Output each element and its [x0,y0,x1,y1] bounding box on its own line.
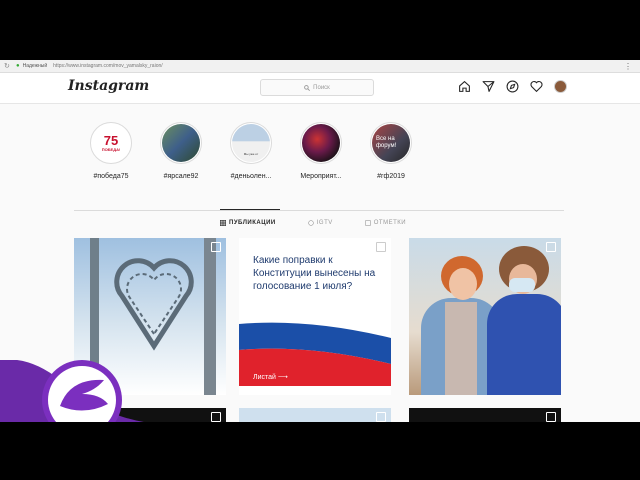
story-caption: Все на форум! [376,136,397,149]
post-pillar [204,238,216,395]
story-ring: 75 ПОБЕДА! [90,122,132,164]
story-highlight[interactable]: #ярсале92 [160,122,202,180]
story-highlight[interactable]: Мероприят... [300,122,342,180]
story-highlight[interactable]: 75 ПОБЕДА! #победа75 [90,122,132,180]
multi-photo-icon [546,242,556,252]
story-label: #победа75 [93,173,129,180]
address-bar: ↻ ● Надежный https://www.instagram.com/m… [0,60,640,73]
tab-label: IGTV [316,220,333,226]
browser-screen: ↻ ● Надежный https://www.instagram.com/m… [0,60,640,422]
post-cta: Листай ⟶ [253,374,288,381]
profile-tabs: ПУБЛИКАЦИИ IGTV ОТМЕТКИ [220,220,406,226]
post-title: Какие поправки к Конституции вынесены на… [253,255,376,292]
instagram-header: Instagram Поиск [0,73,640,104]
tab-tagged[interactable]: ОТМЕТКИ [365,220,406,226]
search-input[interactable]: Поиск [260,79,374,96]
home-icon[interactable] [458,80,471,93]
story-badge-number: 75 [103,132,119,148]
story-label: #деньолен... [230,173,272,180]
person-jacket [487,294,561,395]
post-thumbnail[interactable] [409,408,561,422]
grid-icon [220,220,226,226]
story-caption: Мы уже от [243,152,259,156]
multi-photo-icon [546,412,556,422]
story-ring: Все на форум! [370,122,412,164]
heart-sculpture [114,258,194,351]
reload-icon[interactable]: ↻ [4,62,14,70]
tab-label: ПУБЛИКАЦИИ [229,220,276,226]
channel-logo-watermark [0,360,170,422]
story-label: #гф2019 [377,173,405,180]
story-highlight[interactable]: Мы уже от #деньолен... [230,122,272,180]
instagram-logo[interactable]: Instagram [68,78,149,94]
story-label: #ярсале92 [163,173,199,180]
tab-label: ОТМЕТКИ [373,220,407,226]
post-thumbnail[interactable] [239,408,391,422]
multi-photo-icon [211,242,221,252]
explore-icon[interactable] [506,80,519,93]
active-tab-indicator [220,209,280,210]
search-icon [304,84,311,91]
tabs-divider [74,210,564,211]
multi-photo-icon [376,242,386,252]
stories-row: 75 ПОБЕДА! #победа75 #ярсале92 Мы уже от… [90,122,412,180]
story-badge-text: ПОБЕДА! [101,146,121,152]
heart-icon[interactable] [530,80,543,93]
direct-icon[interactable] [482,80,495,93]
header-nav [458,80,567,93]
multi-photo-icon [376,412,386,422]
story-ring [160,122,202,164]
profile-avatar[interactable] [554,80,567,93]
tab-igtv[interactable]: IGTV [308,220,333,226]
lock-icon: ● [16,63,20,69]
url-field[interactable]: https://www.instagram.com/mov_yamalsky_r… [53,63,162,69]
person-shirt [445,302,477,395]
post-amendments[interactable]: Какие поправки к Конституции вынесены на… [239,238,391,395]
face-mask [509,278,535,292]
secure-label: Надежный [22,63,48,69]
tag-icon [365,220,371,226]
browser-menu-icon[interactable]: ⋮ [624,62,632,71]
story-ring [300,122,342,164]
tab-publications[interactable]: ПУБЛИКАЦИИ [220,220,276,226]
search-placeholder: Поиск [313,84,330,91]
story-label: Мероприят... [300,173,342,180]
igtv-icon [308,220,314,226]
story-ring: Мы уже от [230,122,272,164]
story-highlight[interactable]: Все на форум! #гф2019 [370,122,412,180]
multi-photo-icon [211,412,221,422]
post-volunteers[interactable] [409,238,561,395]
person-face [449,268,477,300]
